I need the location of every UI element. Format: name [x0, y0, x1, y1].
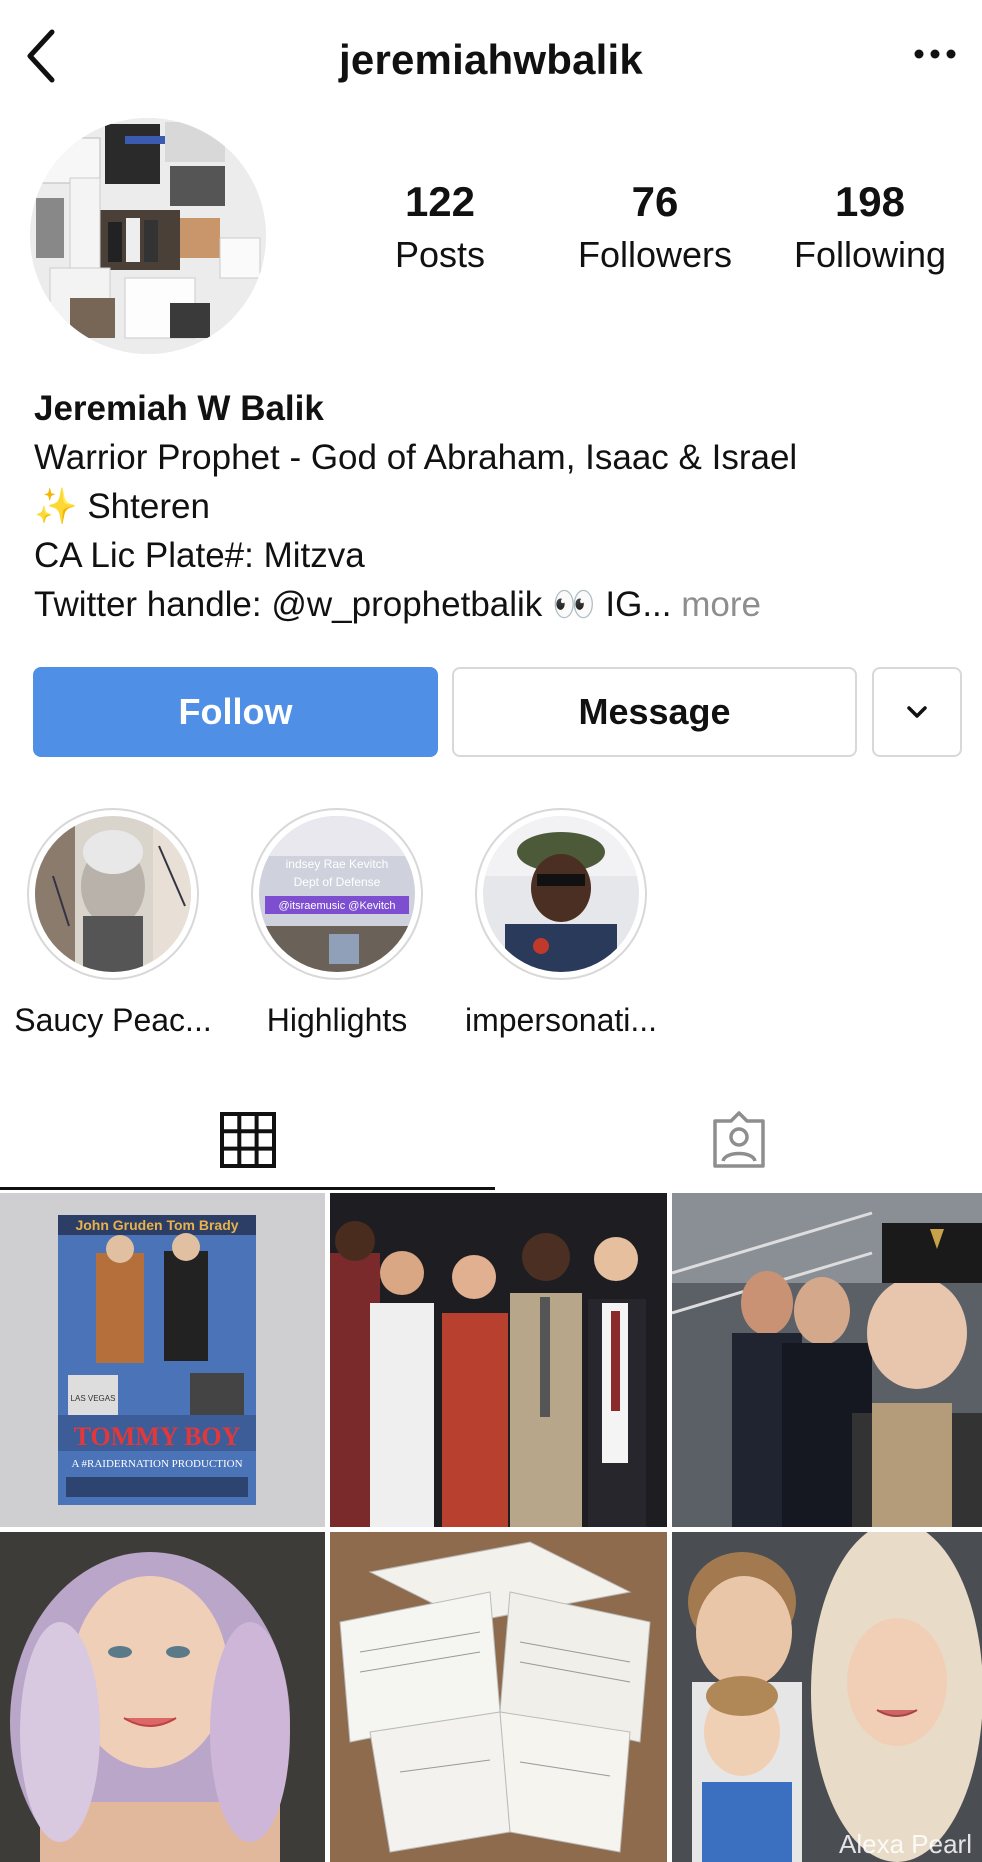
- followers-count: 76: [631, 178, 679, 225]
- post-thumbnail[interactable]: [330, 1532, 667, 1862]
- active-tab-indicator: [0, 1187, 495, 1190]
- highlight-ring: indsey Rae Kevitch Dept of Defense @itsr…: [251, 808, 423, 980]
- bio-line-3: CA Lic Plate#: Mitzva: [34, 536, 365, 575]
- highlight-ring: [475, 808, 647, 980]
- post-image: [330, 1532, 667, 1862]
- post-thumbnail[interactable]: Alexa Pearl: [672, 1532, 982, 1862]
- highlight-label: impersonati...: [464, 1002, 658, 1038]
- highlight-label: Saucy Peac...: [14, 1002, 212, 1038]
- more-horizontal-icon[interactable]: [910, 44, 960, 64]
- follow-button[interactable]: Follow: [33, 667, 438, 757]
- posts-count: 122: [404, 178, 476, 225]
- highlight-cover-image: [483, 816, 639, 972]
- following-stat[interactable]: 198 Following: [770, 178, 970, 276]
- poster-credits-text: John Gruden Tom Brady: [75, 1217, 238, 1233]
- followers-label: Followers: [577, 234, 733, 275]
- profile-full-name: Jeremiah W Balik: [34, 389, 324, 428]
- highlight-ring: [27, 808, 199, 980]
- poster-tagline-text: A #RAIDERNATION PRODUCTION: [71, 1458, 242, 1470]
- bio-line-4: Twitter handle: @w_prophetbalik 👀 IG... …: [34, 580, 964, 629]
- post-image: [672, 1532, 982, 1862]
- highlight-overlay-text: @itsraemusic @Kevitch: [278, 900, 395, 912]
- following-label: Following: [793, 234, 947, 275]
- story-highlight[interactable]: indsey Rae Kevitch Dept of Defense @itsr…: [232, 808, 442, 1039]
- poster-location-text: LAS VEGAS: [71, 1394, 116, 1403]
- sparkles-icon: ✨: [34, 487, 78, 526]
- tagged-person-icon: [712, 1111, 765, 1168]
- profile-bio: Jeremiah W Balik Warrior Prophet - God o…: [34, 384, 964, 629]
- tab-posts-grid[interactable]: [0, 1090, 495, 1190]
- bio-line-1: Warrior Prophet - God of Abraham, Isaac …: [34, 438, 798, 477]
- bio-more-link[interactable]: more: [672, 585, 761, 624]
- watermark-text: Alexa Pearl: [839, 1829, 972, 1859]
- profile-header: jeremiahwbalik: [0, 0, 982, 115]
- posts-label: Posts: [394, 234, 486, 275]
- grid-icon: [219, 1112, 276, 1168]
- suggested-accounts-button[interactable]: [872, 667, 962, 757]
- profile-stats: 122 Posts 76 Followers 198 Following: [340, 178, 960, 278]
- profile-tabs: [0, 1090, 982, 1190]
- highlight-overlay-text: Dept of Defense: [294, 875, 381, 889]
- highlight-overlay-text: indsey Rae Kevitch: [286, 857, 389, 871]
- bio-line-2-text: Shteren: [87, 487, 210, 526]
- followers-stat[interactable]: 76 Followers: [555, 178, 755, 276]
- avatar-collage-image: [30, 118, 266, 354]
- highlight-label: Highlights: [266, 1002, 408, 1038]
- highlight-cover-image: indsey Rae Kevitch Dept of Defense @itsr…: [259, 816, 415, 972]
- following-count: 198: [834, 178, 906, 225]
- profile-avatar[interactable]: [30, 118, 266, 354]
- poster-title-text: TOMMY BOY: [74, 1422, 241, 1451]
- message-button[interactable]: Message: [452, 667, 857, 757]
- post-image: John Gruden Tom Brady LAS VEGAS TOMMY BO…: [0, 1193, 325, 1527]
- bio-line-4-tail: IG...: [595, 585, 672, 624]
- story-highlight[interactable]: Saucy Peac...: [8, 808, 218, 1039]
- post-image: [330, 1193, 667, 1527]
- post-thumbnail[interactable]: [0, 1532, 325, 1862]
- post-thumbnail[interactable]: John Gruden Tom Brady LAS VEGAS TOMMY BO…: [0, 1193, 325, 1527]
- tab-tagged[interactable]: [495, 1090, 982, 1190]
- eyes-icon: 👀: [552, 585, 596, 624]
- post-thumbnail[interactable]: [330, 1193, 667, 1527]
- highlight-cover-image: [35, 816, 191, 972]
- posts-stat[interactable]: 122 Posts: [340, 178, 540, 276]
- post-image: [672, 1193, 982, 1527]
- profile-username: jeremiahwbalik: [339, 36, 643, 83]
- story-highlight[interactable]: impersonati...: [456, 808, 666, 1039]
- post-thumbnail[interactable]: [672, 1193, 982, 1527]
- bio-line-2: ✨ Shteren: [34, 482, 964, 531]
- chevron-down-icon: [907, 706, 927, 718]
- post-image: [0, 1532, 325, 1862]
- posts-grid: John Gruden Tom Brady LAS VEGAS TOMMY BO…: [0, 1193, 982, 1862]
- bio-line-4-text: Twitter handle: @w_prophetbalik: [34, 585, 543, 624]
